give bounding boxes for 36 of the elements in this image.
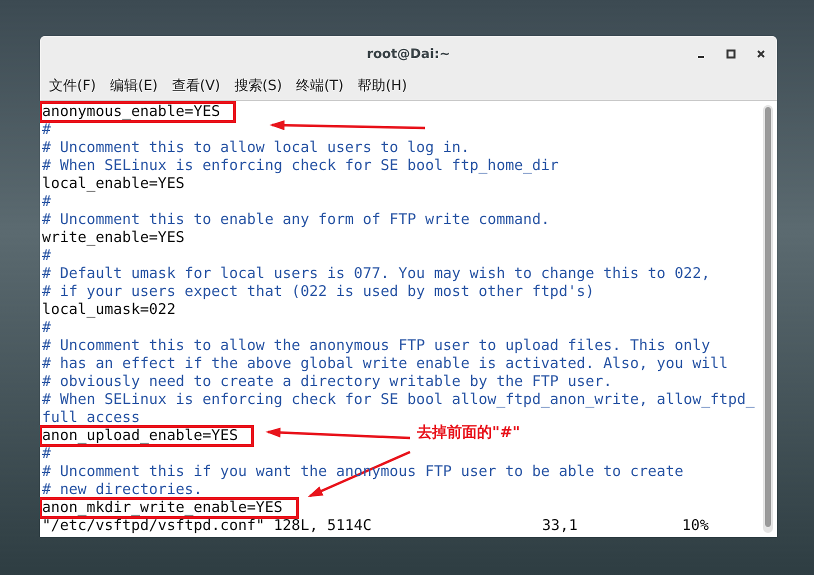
code-line: full_access: [42, 409, 140, 427]
menu-item[interactable]: 终端(T): [296, 77, 344, 95]
menu-item[interactable]: 查看(V): [172, 77, 220, 95]
code-line: # if your users expect that (022 is used by most other ftpd's): [42, 283, 594, 301]
status-text: "/etc/vsftpd/vsftpd.conf" 128L, 5114C: [42, 517, 373, 535]
code-line: # When SELinux is enforcing check for SE bool allow_ftpd_anon_write, allow_ftpd_: [42, 391, 755, 409]
scrollbar[interactable]: [763, 105, 773, 533]
menu-item[interactable]: 文件(F): [49, 77, 96, 95]
code-line: #: [42, 121, 51, 139]
code-line: # has an effect if the above global write enable is activated. Also, you will: [42, 355, 728, 373]
code-line: # Uncomment this to allow local users to log in.: [42, 139, 470, 157]
code-line: #: [42, 445, 51, 463]
maximize-icon[interactable]: [725, 48, 737, 60]
code-line: anon_upload_enable=YES: [41, 427, 252, 445]
code-line: local_umask=022: [42, 301, 176, 319]
code-line: write_enable=YES: [42, 229, 185, 247]
code-line: #: [42, 247, 51, 265]
code-line: # new directories.: [42, 481, 202, 499]
scroll-percent: 10%: [682, 517, 709, 535]
window-title: root@Dai:~: [366, 46, 450, 62]
code-line: #: [42, 193, 51, 211]
menu-item[interactable]: 编辑(E): [110, 77, 158, 95]
close-icon[interactable]: [755, 48, 767, 60]
code-line: #: [42, 319, 51, 337]
code-line: # When SELinux is enforcing check for SE bool ftp_home_dir: [42, 157, 559, 175]
menu-item[interactable]: 搜索(S): [234, 77, 282, 95]
code-line: anonymous_enable=YES: [41, 103, 234, 121]
annotation-text: 去掉前面的"#": [417, 423, 520, 442]
code-line: # Uncomment this to enable any form of FTP write command.: [42, 211, 550, 229]
code-line: # obviously need to create a directory writable by the FTP user.: [42, 373, 612, 391]
menu-item[interactable]: 帮助(H): [358, 77, 408, 95]
code-line: anon_mkdir_write_enable=YES: [41, 499, 297, 517]
cursor-position: 33,1: [542, 517, 579, 535]
code-line: local_enable=YES: [42, 175, 185, 193]
code-line: # Default umask for local users is 077. You may wish to change this to 022,: [42, 265, 710, 283]
code-line: # Uncomment this to allow the anonymous FTP user to upload files. This only: [42, 337, 710, 355]
